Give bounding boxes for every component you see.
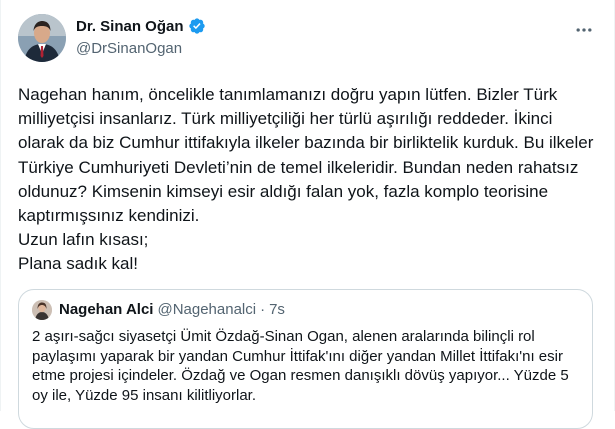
author-avatar[interactable]: [18, 14, 66, 62]
quoted-timestamp[interactable]: 7s: [269, 301, 285, 318]
verified-badge-icon: [188, 17, 206, 35]
author-display-name[interactable]: Dr. Sinan Oğan: [76, 18, 184, 35]
tweet-line: Plana sadık kal!: [18, 254, 139, 274]
quoted-handle[interactable]: @Nagehanalci: [157, 301, 256, 318]
quoted-separator: ·: [260, 301, 266, 318]
tweet-paragraph: Nagehan hanım, öncelikle tanımlamanızı d…: [18, 85, 594, 226]
more-options-icon[interactable]: [574, 20, 594, 40]
quoted-tweet[interactable]: Nagehan Alci @Nagehanalci · 7s 2 aşırı-s…: [18, 289, 593, 429]
tweet-card: Dr. Sinan Oğan @DrSinanOgan Nagehan hanı…: [0, 0, 615, 429]
tweet-text: Nagehan hanım, öncelikle tanımlamanızı d…: [18, 83, 598, 277]
tweet-line: Uzun lafın kısası;: [18, 230, 149, 250]
author-name-row: Dr. Sinan Oğan: [76, 17, 206, 35]
quoted-display-name[interactable]: Nagehan Alci: [59, 301, 153, 318]
quoted-text: 2 aşırı-sağcı siyasetçi Ümit Özdağ-Sinan…: [32, 328, 569, 404]
author-handle[interactable]: @DrSinanOgan: [76, 40, 182, 57]
quoted-author-avatar[interactable]: [32, 300, 52, 320]
quoted-header: Nagehan Alci @Nagehanalci · 7s: [59, 301, 285, 318]
